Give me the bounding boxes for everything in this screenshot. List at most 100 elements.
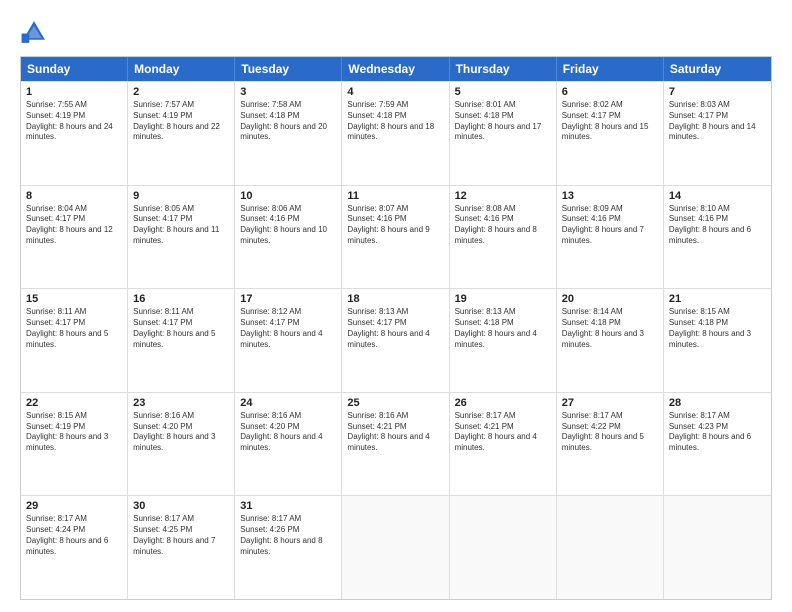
cell-info: Sunrise: 8:15 AM Sunset: 4:18 PM Dayligh…: [669, 307, 766, 350]
sunrise-label: Sunrise: 8:17 AM: [26, 514, 87, 523]
cell-info: Sunrise: 8:16 AM Sunset: 4:21 PM Dayligh…: [347, 411, 443, 454]
day-cell-23: 23 Sunrise: 8:16 AM Sunset: 4:20 PM Dayl…: [128, 393, 235, 496]
day-cell-2: 2 Sunrise: 7:57 AM Sunset: 4:19 PM Dayli…: [128, 82, 235, 185]
daylight-label: Daylight: 8 hours and 3 minutes.: [26, 432, 108, 452]
calendar-row-1: 1 Sunrise: 7:55 AM Sunset: 4:19 PM Dayli…: [21, 81, 771, 185]
sunrise-label: Sunrise: 8:17 AM: [240, 514, 301, 523]
sunset-label: Sunset: 4:17 PM: [133, 214, 192, 223]
empty-cell: [664, 496, 771, 599]
daylight-label: Daylight: 8 hours and 12 minutes.: [26, 225, 113, 245]
day-of-week-sunday: Sunday: [21, 57, 128, 81]
daylight-label: Daylight: 8 hours and 20 minutes.: [240, 122, 327, 142]
day-number: 14: [669, 190, 766, 202]
cell-info: Sunrise: 8:16 AM Sunset: 4:20 PM Dayligh…: [133, 411, 229, 454]
sunrise-label: Sunrise: 7:58 AM: [240, 100, 301, 109]
day-number: 12: [455, 190, 551, 202]
cell-info: Sunrise: 8:02 AM Sunset: 4:17 PM Dayligh…: [562, 100, 658, 143]
day-number: 5: [455, 86, 551, 98]
sunrise-label: Sunrise: 8:02 AM: [562, 100, 623, 109]
sunrise-label: Sunrise: 8:11 AM: [26, 307, 86, 316]
cell-info: Sunrise: 8:17 AM Sunset: 4:21 PM Dayligh…: [455, 411, 551, 454]
day-cell-14: 14 Sunrise: 8:10 AM Sunset: 4:16 PM Dayl…: [664, 186, 771, 289]
sunset-label: Sunset: 4:21 PM: [455, 422, 514, 431]
day-cell-10: 10 Sunrise: 8:06 AM Sunset: 4:16 PM Dayl…: [235, 186, 342, 289]
day-number: 11: [347, 190, 443, 202]
cell-info: Sunrise: 8:03 AM Sunset: 4:17 PM Dayligh…: [669, 100, 766, 143]
day-number: 20: [562, 293, 658, 305]
day-of-week-wednesday: Wednesday: [342, 57, 449, 81]
day-number: 29: [26, 500, 122, 512]
day-number: 7: [669, 86, 766, 98]
sunset-label: Sunset: 4:17 PM: [26, 318, 85, 327]
sunset-label: Sunset: 4:23 PM: [669, 422, 728, 431]
day-of-week-thursday: Thursday: [450, 57, 557, 81]
day-cell-18: 18 Sunrise: 8:13 AM Sunset: 4:17 PM Dayl…: [342, 289, 449, 392]
sunrise-label: Sunrise: 8:01 AM: [455, 100, 516, 109]
daylight-label: Daylight: 8 hours and 5 minutes.: [133, 329, 215, 349]
cell-info: Sunrise: 8:01 AM Sunset: 4:18 PM Dayligh…: [455, 100, 551, 143]
sunrise-label: Sunrise: 8:07 AM: [347, 204, 408, 213]
cell-info: Sunrise: 8:08 AM Sunset: 4:16 PM Dayligh…: [455, 204, 551, 247]
sunset-label: Sunset: 4:18 PM: [455, 111, 514, 120]
sunrise-label: Sunrise: 8:16 AM: [240, 411, 301, 420]
daylight-label: Daylight: 8 hours and 10 minutes.: [240, 225, 327, 245]
cell-info: Sunrise: 7:55 AM Sunset: 4:19 PM Dayligh…: [26, 100, 122, 143]
sunset-label: Sunset: 4:21 PM: [347, 422, 406, 431]
cell-info: Sunrise: 7:58 AM Sunset: 4:18 PM Dayligh…: [240, 100, 336, 143]
sunrise-label: Sunrise: 8:11 AM: [133, 307, 193, 316]
sunset-label: Sunset: 4:22 PM: [562, 422, 621, 431]
empty-cell: [342, 496, 449, 599]
logo-icon: [20, 18, 48, 46]
day-cell-25: 25 Sunrise: 8:16 AM Sunset: 4:21 PM Dayl…: [342, 393, 449, 496]
day-cell-7: 7 Sunrise: 8:03 AM Sunset: 4:17 PM Dayli…: [664, 82, 771, 185]
day-number: 30: [133, 500, 229, 512]
cell-info: Sunrise: 8:09 AM Sunset: 4:16 PM Dayligh…: [562, 204, 658, 247]
sunrise-label: Sunrise: 8:13 AM: [347, 307, 408, 316]
day-number: 3: [240, 86, 336, 98]
daylight-label: Daylight: 8 hours and 3 minutes.: [669, 329, 751, 349]
cell-info: Sunrise: 8:13 AM Sunset: 4:18 PM Dayligh…: [455, 307, 551, 350]
sunrise-label: Sunrise: 7:57 AM: [133, 100, 194, 109]
sunrise-label: Sunrise: 8:06 AM: [240, 204, 301, 213]
day-number: 28: [669, 397, 766, 409]
day-number: 18: [347, 293, 443, 305]
sunset-label: Sunset: 4:16 PM: [240, 214, 299, 223]
calendar-body: 1 Sunrise: 7:55 AM Sunset: 4:19 PM Dayli…: [21, 81, 771, 599]
sunset-label: Sunset: 4:17 PM: [669, 111, 728, 120]
day-cell-8: 8 Sunrise: 8:04 AM Sunset: 4:17 PM Dayli…: [21, 186, 128, 289]
daylight-label: Daylight: 8 hours and 3 minutes.: [133, 432, 215, 452]
day-cell-29: 29 Sunrise: 8:17 AM Sunset: 4:24 PM Dayl…: [21, 496, 128, 599]
day-number: 22: [26, 397, 122, 409]
sunset-label: Sunset: 4:25 PM: [133, 525, 192, 534]
sunrise-label: Sunrise: 8:12 AM: [240, 307, 301, 316]
day-of-week-tuesday: Tuesday: [235, 57, 342, 81]
day-of-week-friday: Friday: [557, 57, 664, 81]
sunset-label: Sunset: 4:18 PM: [562, 318, 621, 327]
daylight-label: Daylight: 8 hours and 5 minutes.: [562, 432, 644, 452]
day-number: 15: [26, 293, 122, 305]
day-cell-4: 4 Sunrise: 7:59 AM Sunset: 4:18 PM Dayli…: [342, 82, 449, 185]
sunset-label: Sunset: 4:18 PM: [669, 318, 728, 327]
day-cell-5: 5 Sunrise: 8:01 AM Sunset: 4:18 PM Dayli…: [450, 82, 557, 185]
calendar-row-4: 22 Sunrise: 8:15 AM Sunset: 4:19 PM Dayl…: [21, 392, 771, 496]
sunset-label: Sunset: 4:17 PM: [133, 318, 192, 327]
cell-info: Sunrise: 8:11 AM Sunset: 4:17 PM Dayligh…: [26, 307, 122, 350]
sunset-label: Sunset: 4:18 PM: [455, 318, 514, 327]
daylight-label: Daylight: 8 hours and 4 minutes.: [240, 432, 322, 452]
day-cell-6: 6 Sunrise: 8:02 AM Sunset: 4:17 PM Dayli…: [557, 82, 664, 185]
day-of-week-saturday: Saturday: [664, 57, 771, 81]
daylight-label: Daylight: 8 hours and 5 minutes.: [26, 329, 108, 349]
day-number: 2: [133, 86, 229, 98]
sunset-label: Sunset: 4:19 PM: [26, 111, 85, 120]
sunset-label: Sunset: 4:24 PM: [26, 525, 85, 534]
sunrise-label: Sunrise: 8:15 AM: [26, 411, 87, 420]
day-cell-26: 26 Sunrise: 8:17 AM Sunset: 4:21 PM Dayl…: [450, 393, 557, 496]
sunset-label: Sunset: 4:16 PM: [562, 214, 621, 223]
cell-info: Sunrise: 8:11 AM Sunset: 4:17 PM Dayligh…: [133, 307, 229, 350]
day-cell-12: 12 Sunrise: 8:08 AM Sunset: 4:16 PM Dayl…: [450, 186, 557, 289]
sunrise-label: Sunrise: 8:10 AM: [669, 204, 730, 213]
sunset-label: Sunset: 4:16 PM: [347, 214, 406, 223]
day-cell-28: 28 Sunrise: 8:17 AM Sunset: 4:23 PM Dayl…: [664, 393, 771, 496]
daylight-label: Daylight: 8 hours and 4 minutes.: [455, 432, 537, 452]
day-cell-3: 3 Sunrise: 7:58 AM Sunset: 4:18 PM Dayli…: [235, 82, 342, 185]
